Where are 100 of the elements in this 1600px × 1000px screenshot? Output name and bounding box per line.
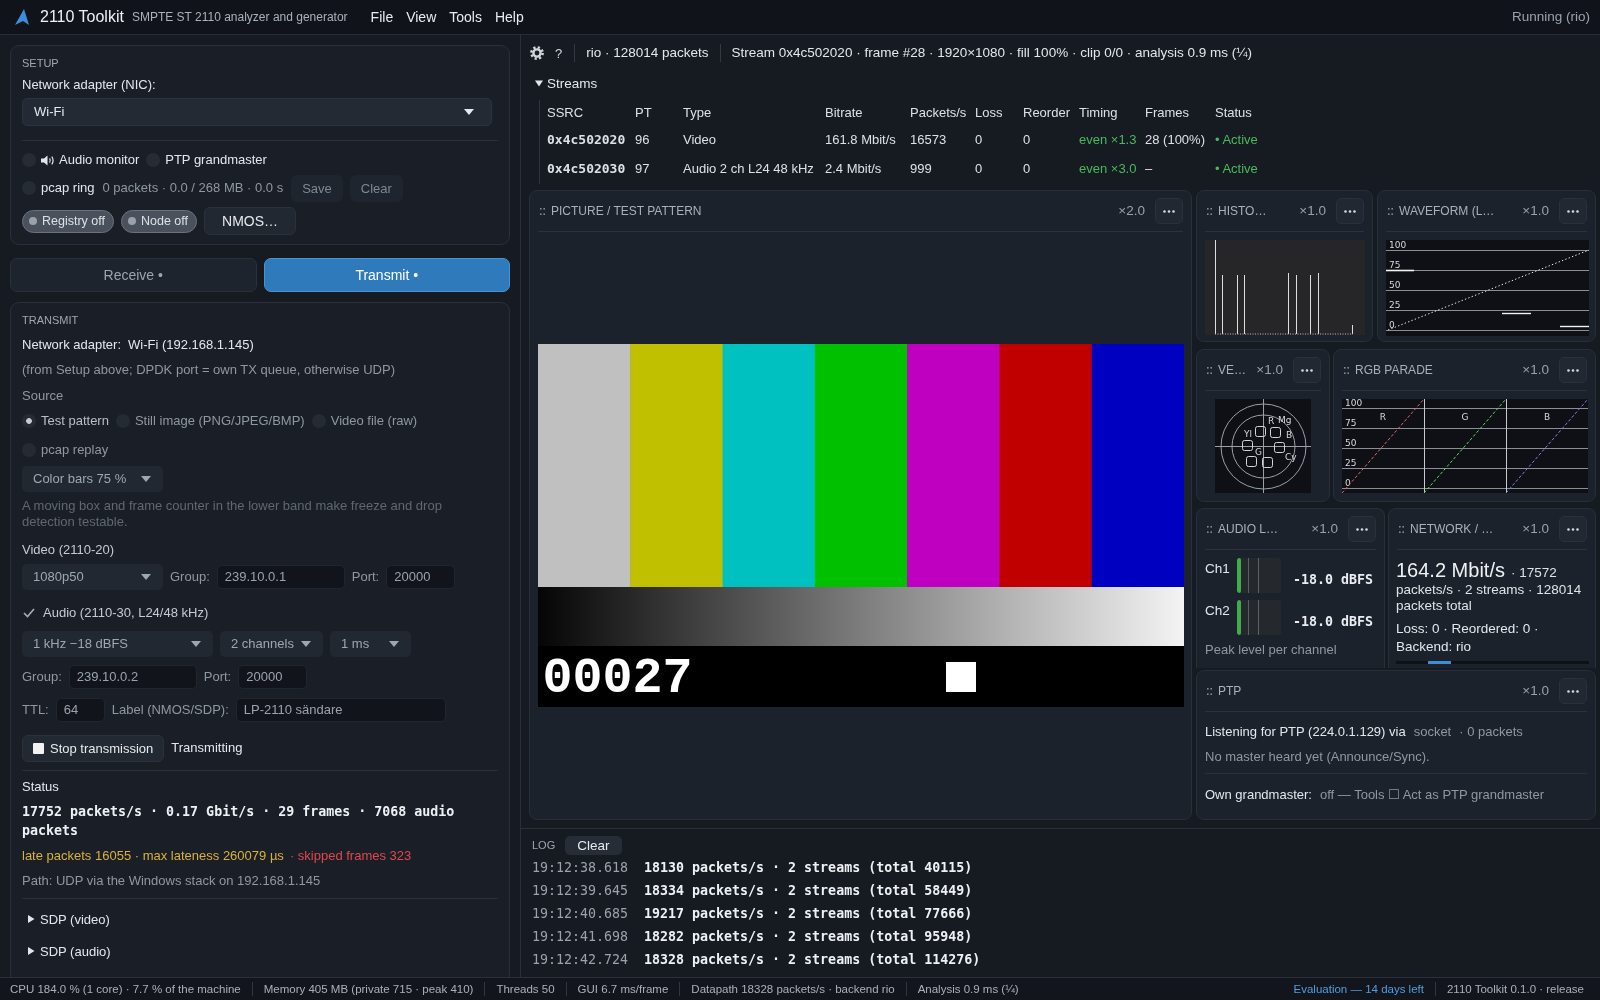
service-toggle[interactable]: Node off	[121, 209, 198, 233]
drag-handle-icon[interactable]	[1207, 366, 1212, 374]
dropdown[interactable]: 1 ms	[330, 631, 411, 657]
menu-item[interactable]: File	[365, 7, 399, 27]
drag-handle-icon[interactable]	[1207, 525, 1212, 533]
menu-item[interactable]: Tools	[444, 7, 487, 27]
mode-tab[interactable]: Receive •	[10, 258, 257, 292]
evaluation-link[interactable]: Evaluation — 14 days left	[1282, 982, 1435, 996]
more-button[interactable]	[1559, 357, 1587, 383]
hint-text: Peak level per channel	[1205, 642, 1338, 658]
more-button[interactable]	[1336, 198, 1364, 224]
target-label: Mg	[1278, 415, 1292, 425]
table-cell-text: 96	[634, 131, 651, 150]
checkbox-label: Audio monitor	[59, 151, 140, 169]
dropdown[interactable]: Color bars 75 %	[22, 466, 163, 492]
section-label: Status	[22, 778, 60, 796]
more-icon	[1567, 689, 1579, 693]
more-button[interactable]	[1348, 516, 1376, 542]
target-box-icon	[1242, 440, 1253, 451]
speaker-icon	[41, 154, 55, 166]
nmos-button[interactable]: NMOS…	[204, 207, 297, 235]
drag-handle-icon[interactable]	[1207, 687, 1212, 695]
dropdown[interactable]: Wi-Fi	[22, 98, 492, 126]
target-label: R	[1268, 416, 1275, 426]
more-button[interactable]	[1293, 357, 1321, 383]
more-button[interactable]	[1559, 516, 1587, 542]
backend-label: Backend: rio	[1396, 638, 1473, 656]
log-message: 19217 packets/s · 2 streams (total 77666)	[644, 906, 973, 923]
input-field[interactable]: 20000	[386, 565, 456, 589]
zoom-label: ×1.0	[1522, 520, 1549, 538]
clear-button[interactable]: Clear	[565, 835, 622, 855]
settings-icon[interactable]	[530, 46, 544, 60]
input-field[interactable]: 20000	[238, 665, 308, 689]
more-button[interactable]	[1155, 198, 1183, 224]
status-item: Datapath 18328 packets/s · backend rio	[679, 982, 906, 996]
input-field[interactable]: 239.10.0.1	[216, 565, 345, 589]
column-header: Bitrate	[824, 103, 864, 122]
log-message: 18130 packets/s · 2 streams (total 40115)	[644, 860, 973, 877]
section-toggle[interactable]: SDP (audio)	[22, 941, 111, 961]
target-box-icon	[1274, 442, 1285, 453]
status-text: No master heard yet (Announce/Sync).	[1205, 748, 1431, 766]
stream-info: Stream 0x4c502020 · frame #28 · 1920×1080 · fill 100% · clip 0/0 · analysis 0.9 ms (¼)	[731, 44, 1252, 62]
panel-title: VE…	[1218, 362, 1246, 378]
panel-title: AUDIO L…	[1218, 521, 1278, 537]
table-cell-text: • Active	[1214, 131, 1259, 150]
more-icon	[1567, 527, 1579, 531]
caret-icon	[464, 109, 474, 115]
version-label: 2110 Toolkit 0.1.0 · release	[1434, 982, 1595, 996]
channel-label: R	[1379, 412, 1387, 422]
menu-item[interactable]: View	[401, 7, 442, 27]
app-subtitle: SMPTE ST 2110 analyzer and generator	[131, 9, 348, 25]
section-toggle[interactable]: Streams	[535, 73, 598, 93]
app-title: 2110 Toolkit	[40, 7, 124, 27]
level-reading: -18.0 dBFS	[1292, 572, 1373, 589]
table-cell-text: even ×1.3	[1078, 131, 1138, 150]
dropdown[interactable]: 2 channels	[220, 631, 323, 657]
more-button[interactable]	[1559, 678, 1587, 704]
column-header: Reorder	[1022, 103, 1071, 122]
input-field[interactable]: 64	[55, 698, 105, 722]
capture-info: 0 packets · 0.0 / 268 MB · 0.0 s	[102, 179, 284, 197]
drag-handle-icon[interactable]	[540, 207, 545, 215]
meter-mark	[1258, 558, 1259, 593]
target-box-icon	[1246, 456, 1257, 467]
help-button[interactable]: ?	[555, 45, 563, 61]
drag-handle-icon[interactable]	[1399, 525, 1404, 533]
input-field[interactable]: 239.10.0.2	[68, 665, 197, 689]
field-label: Network adapter (NIC):	[22, 76, 157, 94]
more-button[interactable]	[1559, 198, 1587, 224]
input-field[interactable]: LP-2110 sändare	[235, 698, 446, 722]
meter-mark	[1258, 600, 1259, 635]
drag-handle-icon[interactable]	[1207, 207, 1212, 215]
field-label: Own grandmaster:	[1205, 786, 1312, 804]
table-cell-text: 0	[974, 131, 984, 150]
checkbox[interactable]	[22, 606, 36, 620]
drag-handle-icon[interactable]	[1344, 366, 1349, 374]
service-toggle[interactable]: Registry off	[22, 209, 114, 233]
menu-item[interactable]: Help	[489, 7, 529, 27]
table-cell-text: 0x4c502020	[546, 131, 627, 150]
drag-handle-icon[interactable]	[1388, 207, 1393, 215]
target-label: B	[1286, 430, 1293, 440]
target-label: G	[1255, 447, 1262, 457]
dropdown[interactable]: 1 kHz −18 dBFS	[22, 631, 213, 657]
section-toggle[interactable]: SDP (video)	[22, 909, 110, 929]
field-label: Label (NMOS/SDP):	[111, 701, 229, 719]
scale-label: 0	[1345, 478, 1351, 488]
panel-title: WAVEFORM (L…	[1399, 203, 1495, 219]
more-icon	[1301, 368, 1313, 372]
column-header: Timing	[1078, 103, 1119, 122]
traffic-summary: 164.2 Mbit/s · 17572 packets/s · 2 streams · 128014 packets total	[1396, 558, 1583, 614]
radio-button[interactable]	[22, 414, 36, 428]
dropdown[interactable]: 1080p50	[22, 564, 163, 590]
field-label: Network adapter:	[22, 336, 121, 354]
column-header: SSRC	[546, 103, 585, 122]
mode-tab[interactable]: Transmit •	[263, 258, 510, 292]
stop-button[interactable]: Stop transmission	[22, 735, 165, 762]
log-time: 19:12:42.724	[532, 952, 630, 969]
log-message: 18328 packets/s · 2 streams (total 114276)	[644, 952, 981, 969]
table-cell-text: 97	[634, 160, 651, 179]
field-label: Group:	[22, 668, 62, 686]
channel-label: Ch1	[1205, 560, 1231, 578]
